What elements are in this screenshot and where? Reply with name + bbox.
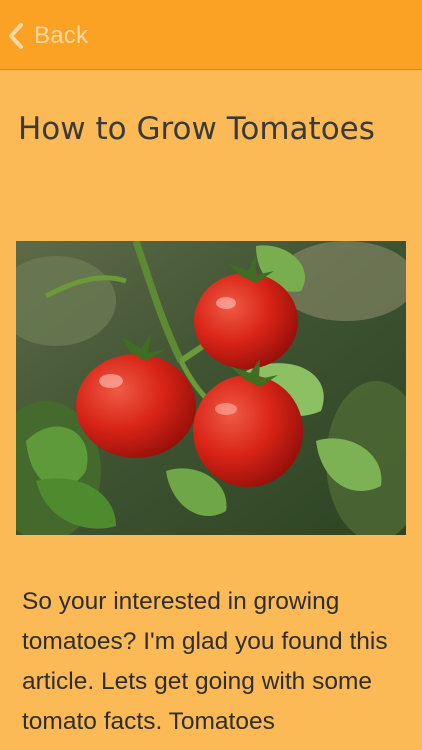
tomato-photo: [16, 241, 406, 535]
back-label: Back: [34, 22, 89, 49]
chevron-left-icon: [9, 23, 23, 49]
article-body: So your interested in growing tomatoes? …: [22, 588, 388, 735]
back-button[interactable]: Back: [6, 18, 88, 54]
top-navigation-bar: Back: [0, 0, 422, 70]
page-title: How to Grow Tomatoes: [18, 111, 375, 147]
